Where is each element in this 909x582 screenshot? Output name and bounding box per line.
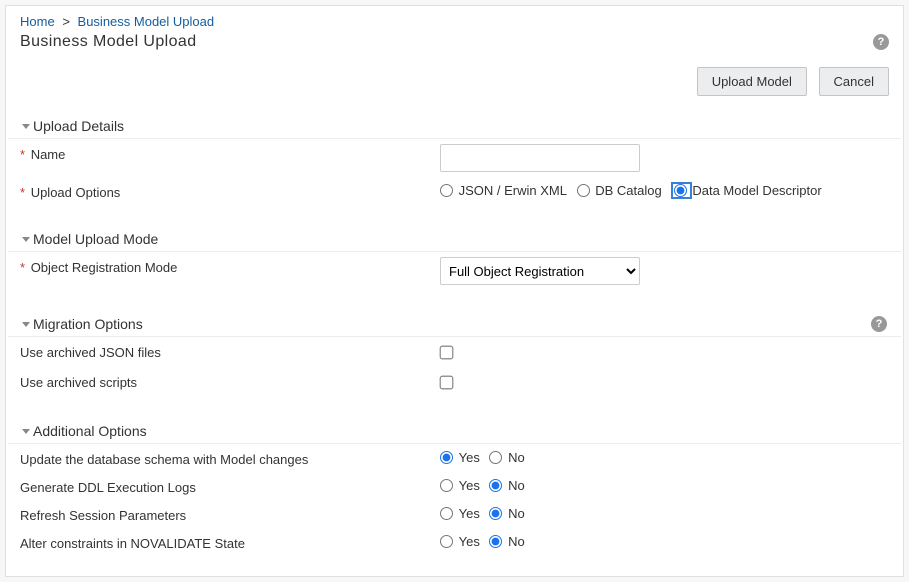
field-refresh-session: Refresh Session Parameters Yes No — [6, 500, 903, 528]
generate-ddl-yes-radio[interactable] — [440, 479, 453, 492]
upload-option-db-label: DB Catalog — [595, 183, 661, 198]
field-update-schema: Update the database schema with Model ch… — [6, 444, 903, 472]
page-panel: Home > Business Model Upload Business Mo… — [5, 5, 904, 577]
field-alter-constraints: Alter constraints in NOVALIDATE State Ye… — [6, 528, 903, 556]
alter-constraints-no-radio[interactable] — [489, 535, 502, 548]
upload-option-json-radio[interactable] — [440, 184, 453, 197]
upload-model-button[interactable]: Upload Model — [697, 67, 807, 96]
chevron-down-icon — [22, 429, 30, 434]
chevron-right-icon: > — [62, 14, 70, 29]
cancel-button[interactable]: Cancel — [819, 67, 889, 96]
no-label: No — [508, 506, 525, 521]
required-marker: * — [20, 185, 25, 200]
field-label: * Object Registration Mode — [20, 257, 440, 275]
upload-option-json-label: JSON / Erwin XML — [459, 183, 567, 198]
refresh-session-no-radio[interactable] — [489, 507, 502, 520]
field-label: Generate DDL Execution Logs — [20, 477, 440, 495]
field-object-registration-mode: * Object Registration Mode Full Object R… — [6, 252, 903, 290]
section-upload-details-header[interactable]: Upload Details — [8, 114, 901, 139]
field-label: Update the database schema with Model ch… — [20, 449, 440, 467]
chevron-down-icon — [22, 124, 30, 129]
object-registration-mode-select[interactable]: Full Object Registration — [440, 257, 640, 285]
no-label: No — [508, 450, 525, 465]
yes-label: Yes — [459, 478, 480, 493]
field-label: * Upload Options — [20, 182, 440, 200]
breadcrumb: Home > Business Model Upload — [6, 6, 903, 31]
upload-option-db-radio[interactable] — [577, 184, 590, 197]
update-schema-yes-radio[interactable] — [440, 451, 453, 464]
upload-option-dmd-label: Data Model Descriptor — [692, 183, 821, 198]
required-marker: * — [20, 147, 25, 162]
button-row: Upload Model Cancel — [6, 55, 903, 114]
section-title: Model Upload Mode — [33, 231, 158, 247]
section-migration-options-header[interactable]: Migration Options ? — [8, 312, 901, 337]
field-label: Alter constraints in NOVALIDATE State — [20, 533, 440, 551]
update-schema-no-radio[interactable] — [489, 451, 502, 464]
chevron-down-icon — [22, 322, 30, 327]
use-archived-scripts-checkbox[interactable] — [440, 376, 454, 390]
field-use-archived-json: Use archived JSON files — [6, 337, 903, 367]
page-title: Business Model Upload — [20, 33, 873, 51]
upload-option-dmd-radio[interactable] — [674, 184, 687, 197]
help-icon[interactable]: ? — [871, 316, 887, 332]
field-upload-options: * Upload Options JSON / Erwin XML DB Cat… — [6, 177, 903, 205]
no-label: No — [508, 534, 525, 549]
field-name: * Name — [6, 139, 903, 177]
field-label: * Name — [20, 144, 440, 162]
chevron-down-icon — [22, 237, 30, 242]
help-icon[interactable]: ? — [873, 34, 889, 50]
yes-label: Yes — [459, 450, 480, 465]
field-label: Use archived scripts — [20, 372, 440, 390]
yes-label: Yes — [459, 534, 480, 549]
use-archived-json-checkbox[interactable] — [440, 346, 454, 360]
no-label: No — [508, 478, 525, 493]
yes-label: Yes — [459, 506, 480, 521]
name-input[interactable] — [440, 144, 640, 172]
generate-ddl-no-radio[interactable] — [489, 479, 502, 492]
breadcrumb-current-link[interactable]: Business Model Upload — [78, 14, 215, 29]
section-model-upload-mode-header[interactable]: Model Upload Mode — [8, 227, 901, 252]
field-use-archived-scripts: Use archived scripts — [6, 367, 903, 397]
refresh-session-yes-radio[interactable] — [440, 507, 453, 520]
alter-constraints-yes-radio[interactable] — [440, 535, 453, 548]
field-label: Refresh Session Parameters — [20, 505, 440, 523]
title-row: Business Model Upload ? — [6, 31, 903, 55]
section-additional-options-header[interactable]: Additional Options — [8, 419, 901, 444]
section-title: Upload Details — [33, 118, 124, 134]
section-title: Additional Options — [33, 423, 147, 439]
breadcrumb-home-link[interactable]: Home — [20, 14, 55, 29]
section-title: Migration Options — [33, 316, 871, 332]
field-label: Use archived JSON files — [20, 342, 440, 360]
required-marker: * — [20, 260, 25, 275]
field-generate-ddl: Generate DDL Execution Logs Yes No — [6, 472, 903, 500]
